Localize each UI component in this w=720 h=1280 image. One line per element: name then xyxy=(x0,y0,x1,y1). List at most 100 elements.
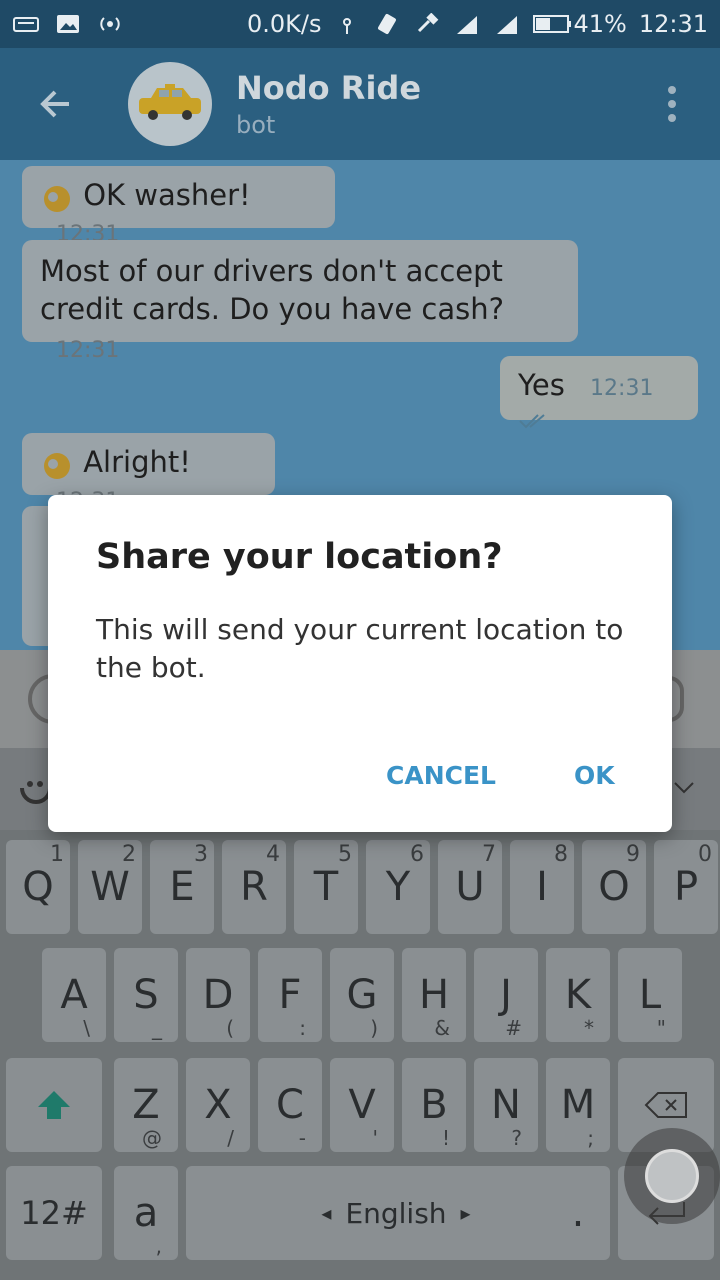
key-number-label: 9 xyxy=(626,842,640,867)
left-arrow-icon: ◂ xyxy=(321,1201,332,1225)
key-label: Z xyxy=(132,1082,160,1128)
key-secondary-label: - xyxy=(298,1126,306,1150)
right-arrow-icon: ▸ xyxy=(460,1201,471,1225)
key-label: L xyxy=(638,972,662,1018)
key-number-label: 2 xyxy=(122,842,136,867)
key-m[interactable]: M; xyxy=(546,1058,610,1152)
hotspot-icon xyxy=(96,13,124,35)
language-comma-key[interactable]: a, xyxy=(114,1166,178,1260)
key-r[interactable]: R4 xyxy=(222,840,286,934)
key-w[interactable]: W2 xyxy=(78,840,142,934)
shift-key[interactable] xyxy=(6,1058,102,1152)
key-label: R xyxy=(240,864,268,910)
key-secondary-label: ! xyxy=(441,1126,450,1150)
key-g[interactable]: G) xyxy=(330,948,394,1042)
key-label: A xyxy=(60,972,88,1018)
key-label: W xyxy=(90,864,130,910)
key-secondary-label: _ xyxy=(152,1016,162,1040)
key-secondary-label: " xyxy=(656,1016,666,1040)
key-label: . xyxy=(571,1190,585,1236)
numbers-key[interactable]: 12# xyxy=(6,1166,102,1260)
back-button[interactable] xyxy=(0,48,110,160)
key-label: V xyxy=(348,1082,376,1128)
key-label: O xyxy=(598,864,630,910)
shift-arrow-icon xyxy=(38,1091,70,1119)
key-label: I xyxy=(536,864,548,910)
key-q[interactable]: Q1 xyxy=(6,840,70,934)
message-bubble-outgoing[interactable]: Yes 12:31 xyxy=(500,356,698,429)
key-secondary-label: ( xyxy=(226,1016,234,1040)
share-location-dialog: Share your location? This will send your… xyxy=(48,495,672,832)
key-secondary-label: \ xyxy=(83,1016,90,1040)
key-n[interactable]: N? xyxy=(474,1058,538,1152)
key-label: D xyxy=(202,972,234,1018)
key-f[interactable]: F: xyxy=(258,948,322,1042)
soft-keyboard: Q 1 W 2 E 3 R 4 T 5 Y 6 U 7 I 8 O 9 P 0 A \ S _ D(F: G) H & J # K * L " Z @… xyxy=(0,830,720,1280)
key-secondary-label: & xyxy=(434,1016,450,1040)
key-label: G xyxy=(346,972,378,1018)
key-a[interactable]: A \ xyxy=(42,948,106,1042)
key-number-label: 4 xyxy=(266,842,280,867)
key-c[interactable]: C- xyxy=(258,1058,322,1152)
avatar[interactable] xyxy=(128,62,212,146)
message-bubble[interactable]: Most of our drivers don't accept credit … xyxy=(22,240,578,363)
key-e[interactable]: E3 xyxy=(150,840,214,934)
message-bubble[interactable]: Alright! 12:31 xyxy=(22,433,275,514)
key-s[interactable]: S _ xyxy=(114,948,178,1042)
battery-icon xyxy=(533,13,572,35)
key-label: H xyxy=(418,972,450,1018)
key-y[interactable]: Y6 xyxy=(366,840,430,934)
clock: 12:31 xyxy=(638,10,708,38)
ok-button[interactable]: OK xyxy=(574,761,615,790)
key-t[interactable]: T5 xyxy=(294,840,358,934)
ok-hand-emoji-icon xyxy=(40,180,74,214)
period-key[interactable]: . xyxy=(546,1166,610,1260)
key-d[interactable]: D( xyxy=(186,948,250,1042)
key-label: S xyxy=(133,972,159,1018)
cancel-button[interactable]: CANCEL xyxy=(386,761,496,790)
key-number-label: 3 xyxy=(194,842,208,867)
message-bubble[interactable]: OK washer! 12:31 xyxy=(22,166,335,247)
floating-assistive-button[interactable] xyxy=(624,1128,720,1224)
key-secondary-label: / xyxy=(227,1126,234,1150)
key-i[interactable]: I8 xyxy=(510,840,574,934)
key-p[interactable]: P0 xyxy=(654,840,718,934)
space-bar[interactable]: ◂ English ▸ xyxy=(186,1166,606,1260)
key-secondary-label: ; xyxy=(587,1126,594,1150)
key-v[interactable]: V ' xyxy=(330,1058,394,1152)
dialog-message: This will send your current location to … xyxy=(96,613,624,684)
key-z[interactable]: Z @ xyxy=(114,1058,178,1152)
collapse-icon[interactable] xyxy=(672,778,696,802)
key-number-label: 0 xyxy=(698,842,712,867)
key-b[interactable]: B! xyxy=(402,1058,466,1152)
key-secondary-label: , xyxy=(155,1234,162,1258)
key-label: Y xyxy=(385,864,411,910)
key-j[interactable]: J # xyxy=(474,948,538,1042)
key-o[interactable]: O9 xyxy=(582,840,646,934)
backspace-icon xyxy=(644,1092,687,1118)
key-k[interactable]: K * xyxy=(546,948,610,1042)
key-secondary-label: ' xyxy=(372,1126,379,1150)
key-label: 12# xyxy=(20,1194,88,1232)
key-label: N xyxy=(491,1082,521,1128)
chat-title: Nodo Ride xyxy=(236,69,422,107)
key-label: U xyxy=(455,864,485,910)
key-l[interactable]: L " xyxy=(618,948,682,1042)
key-label: B xyxy=(420,1082,448,1128)
key-u[interactable]: U7 xyxy=(438,840,502,934)
ok-hand-emoji-icon xyxy=(40,447,74,481)
chat-header: Nodo Ride bot xyxy=(0,48,720,160)
key-h[interactable]: H & xyxy=(402,948,466,1042)
key-label: T xyxy=(313,864,339,910)
space-label: English xyxy=(345,1196,447,1230)
rotate-icon xyxy=(373,13,401,35)
key-x[interactable]: X / xyxy=(186,1058,250,1152)
key-number-label: 7 xyxy=(482,842,496,867)
key-label: Q xyxy=(22,864,54,910)
chat-subtitle: bot xyxy=(236,111,276,139)
more-options-button[interactable] xyxy=(624,48,720,160)
hammer-icon xyxy=(413,12,441,35)
key-label: J xyxy=(500,972,512,1018)
key-secondary-label: ? xyxy=(511,1126,522,1150)
key-label: X xyxy=(204,1082,232,1128)
